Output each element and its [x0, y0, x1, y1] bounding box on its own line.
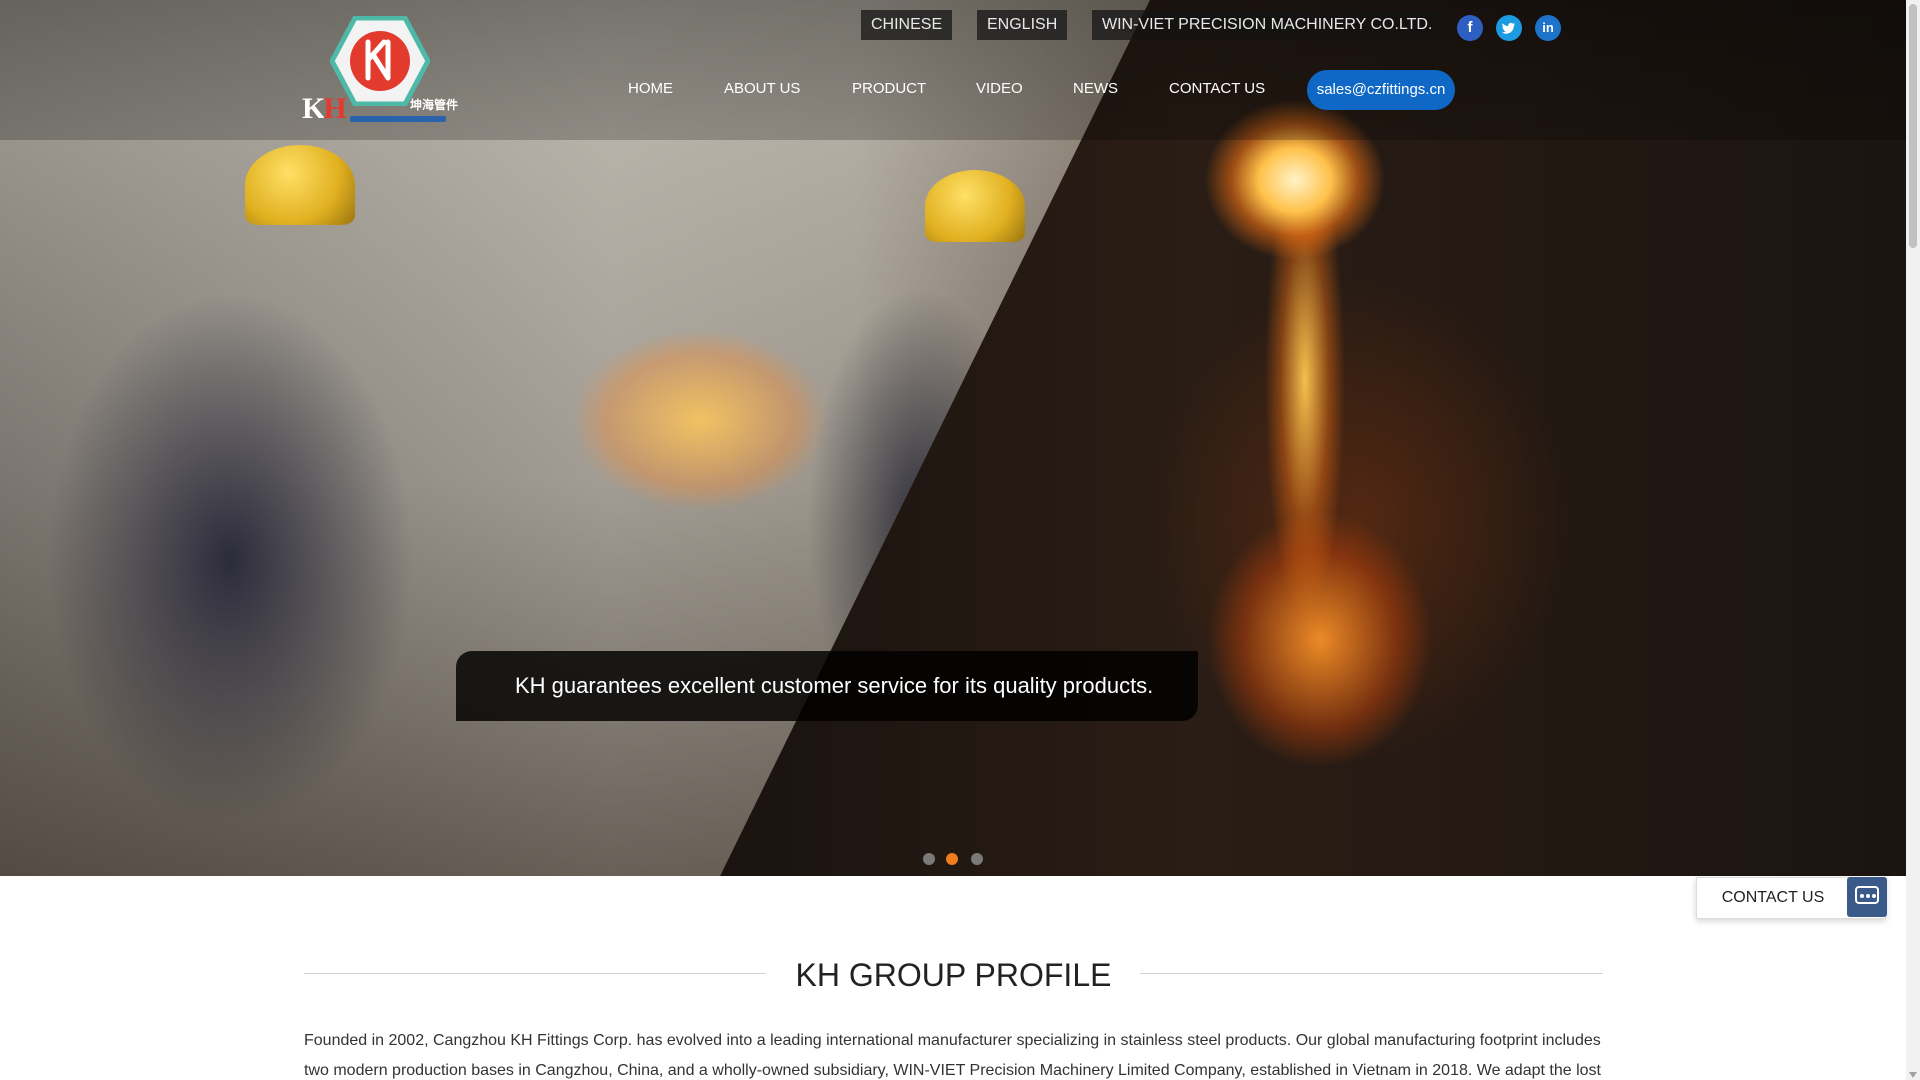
- scroll-down-arrow-icon[interactable]: [1909, 1072, 1917, 1078]
- page-scrollbar[interactable]: [1906, 0, 1920, 1080]
- floating-contact-label: CONTACT US: [1721, 889, 1825, 906]
- scrollbar-thumb[interactable]: [1909, 4, 1917, 248]
- nav-about-us[interactable]: ABOUT US: [724, 80, 800, 97]
- slider-dot-3[interactable]: [971, 853, 983, 865]
- site-logo[interactable]: KH 坤海管件: [300, 14, 460, 126]
- profile-title: KH GROUP PROFILE: [795, 957, 1112, 993]
- email-button[interactable]: sales@czfittings.cn: [1307, 70, 1455, 110]
- nav-video[interactable]: VIDEO: [976, 80, 1023, 97]
- slider-dot-2-active[interactable]: [946, 853, 958, 865]
- chat-bubble-icon: [1855, 886, 1879, 904]
- logo-letter-k: K: [302, 92, 325, 125]
- language-chinese-button[interactable]: CHINESE: [861, 10, 953, 40]
- facebook-icon[interactable]: f: [1457, 15, 1483, 41]
- twitter-bird-icon: [1502, 22, 1516, 34]
- hero-slider: KH guarantees excellent customer service…: [0, 0, 1906, 876]
- hero-caption: KH guarantees excellent customer service…: [456, 651, 1198, 721]
- chat-icon[interactable]: [1847, 877, 1887, 917]
- nav-product[interactable]: PRODUCT: [852, 80, 926, 97]
- logo-chinese-name: 坤海管件: [410, 98, 459, 112]
- subsidiary-link[interactable]: WIN-VIET PRECISION MACHINERY CO.LTD.: [1092, 10, 1443, 40]
- language-english-button[interactable]: ENGLISH: [977, 10, 1068, 40]
- nav-home[interactable]: HOME: [628, 80, 673, 97]
- nav-contact-us[interactable]: CONTACT US: [1169, 80, 1265, 97]
- slider-dot-1[interactable]: [923, 853, 935, 865]
- linkedin-icon[interactable]: in: [1535, 15, 1561, 41]
- logo-wordmark: KH: [302, 92, 347, 126]
- logo-letter-h: H: [323, 92, 346, 125]
- nav-news[interactable]: NEWS: [1073, 80, 1118, 97]
- profile-paragraph: Founded in 2002, Cangzhou KH Fittings Co…: [304, 1032, 1601, 1079]
- header-overlay: [0, 0, 1906, 140]
- worker-helmet-decoration: [245, 145, 355, 225]
- profile-heading: KH GROUP PROFILE: [304, 953, 1603, 997]
- logo-hexagon-icon: [330, 16, 430, 106]
- divider-right: [1140, 973, 1603, 974]
- logo-underline: [350, 116, 446, 122]
- twitter-icon[interactable]: [1496, 15, 1522, 41]
- worker-helmet-decoration: [925, 170, 1025, 242]
